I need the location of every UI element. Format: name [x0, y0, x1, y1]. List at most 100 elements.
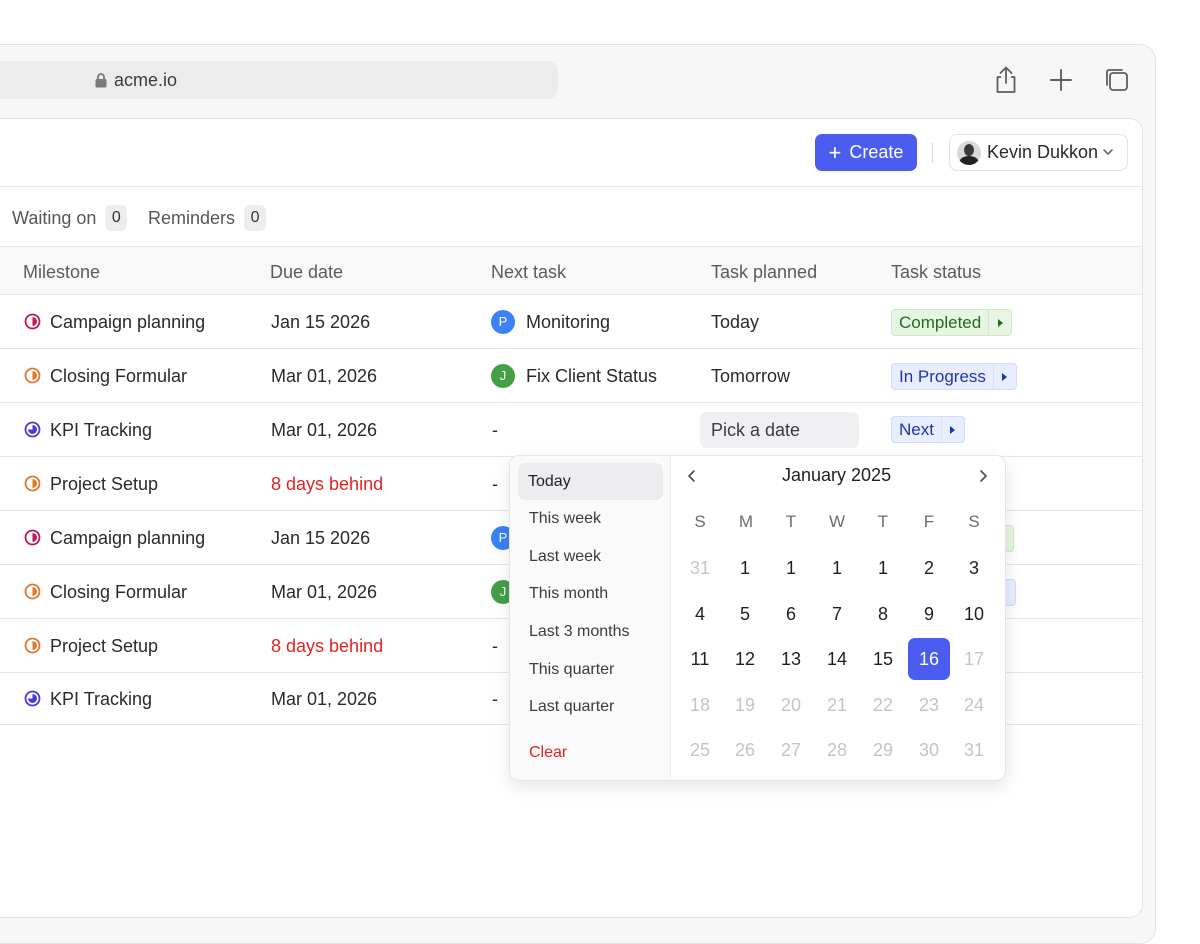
- address-bar[interactable]: acme.io: [0, 61, 558, 99]
- table-row[interactable]: Closing Formular Mar 01, 2026 J Fix Clie…: [0, 349, 1142, 403]
- chevron-right-icon[interactable]: [976, 468, 990, 484]
- table-row[interactable]: Campaign planning Jan 15 2026 P Monitori…: [0, 295, 1142, 349]
- calendar-day[interactable]: 15: [862, 638, 904, 680]
- milestone-name[interactable]: Closing Formular: [50, 582, 187, 603]
- due-date: Mar 01, 2026: [271, 366, 378, 386]
- calendar-day[interactable]: 1: [770, 547, 812, 589]
- due-date-behind: 8 days behind: [271, 636, 384, 656]
- column-header-task-status[interactable]: Task status: [891, 262, 981, 283]
- milestone-name[interactable]: Project Setup: [50, 474, 158, 495]
- filter-reminders[interactable]: Reminders 0: [148, 205, 267, 231]
- user-menu-button[interactable]: Kevin Dukkon: [949, 134, 1128, 171]
- lock-icon: [95, 73, 107, 88]
- date-picker-popover: Today This week Last week This month Las…: [509, 455, 1006, 781]
- calendar-day[interactable]: 14: [816, 638, 858, 680]
- clear-button[interactable]: Clear: [518, 734, 663, 771]
- calendar-day: 27: [780, 740, 802, 760]
- calendar-day[interactable]: 10: [953, 593, 995, 635]
- preset-last-week[interactable]: Last week: [518, 538, 663, 575]
- caret-right-icon[interactable]: [988, 310, 1011, 335]
- preset-this-week[interactable]: This week: [518, 500, 663, 537]
- chevron-down-icon: [1103, 149, 1113, 155]
- calendar-day[interactable]: 8: [862, 593, 904, 635]
- milestone-name[interactable]: KPI Tracking: [50, 420, 152, 441]
- column-header-due-date[interactable]: Due date: [270, 262, 343, 283]
- status-badge[interactable]: In Progress: [891, 363, 1017, 390]
- calendar-day-selected[interactable]: 16: [908, 638, 950, 680]
- calendar-day: 24: [963, 695, 985, 715]
- column-header-next-task[interactable]: Next task: [491, 262, 566, 283]
- milestone-progress-icon: [24, 637, 41, 654]
- due-date: Jan 15 2026: [271, 312, 371, 332]
- plus-icon: +: [828, 139, 842, 165]
- table-row[interactable]: KPI Tracking Mar 01, 2026 - Next: [0, 403, 1142, 457]
- plus-icon[interactable]: [1045, 64, 1077, 96]
- due-date: Mar 01, 2026: [271, 420, 378, 440]
- status-badge[interactable]: Completed: [891, 309, 1013, 336]
- column-header-task-planned[interactable]: Task planned: [711, 262, 817, 283]
- milestone-name[interactable]: Closing Formular: [50, 366, 187, 387]
- calendar-day: 21: [826, 695, 848, 715]
- preset-last-3-months[interactable]: Last 3 months: [518, 613, 663, 650]
- preset-this-month[interactable]: This month: [518, 575, 663, 612]
- calendar-day: 25: [689, 740, 711, 760]
- calendar-day[interactable]: 9: [908, 593, 950, 635]
- avatar: P: [491, 310, 515, 334]
- due-date: Mar 01, 2026: [271, 689, 378, 709]
- avatar: J: [491, 364, 515, 388]
- preset-last-quarter[interactable]: Last quarter: [518, 688, 663, 725]
- calendar-day[interactable]: 13: [770, 638, 812, 680]
- calendar-day[interactable]: 1: [816, 547, 858, 589]
- calendar-day: 26: [734, 740, 756, 760]
- caret-right-icon[interactable]: [992, 364, 1016, 389]
- share-icon[interactable]: [990, 64, 1022, 96]
- calendar-day[interactable]: 5: [724, 593, 766, 635]
- milestone-progress-icon: [24, 313, 41, 330]
- preset-this-quarter[interactable]: This quarter: [518, 651, 663, 688]
- calendar-day[interactable]: 7: [816, 593, 858, 635]
- table-top-border: [0, 246, 1142, 247]
- weekday-label: T: [785, 512, 797, 531]
- next-task[interactable]: Monitoring: [526, 312, 610, 333]
- count-badge: 0: [105, 205, 128, 231]
- create-button[interactable]: + Create: [815, 134, 917, 171]
- caret-right-icon[interactable]: [940, 417, 964, 442]
- calendar-day: 19: [734, 695, 756, 715]
- avatar: [957, 140, 981, 165]
- next-task-empty: -: [492, 474, 498, 494]
- milestone-name[interactable]: Project Setup: [50, 636, 158, 657]
- calendar-day[interactable]: 3: [953, 547, 995, 589]
- milestone-progress-icon: [24, 529, 41, 546]
- calendar-day: 18: [689, 695, 711, 715]
- calendar-day[interactable]: 12: [724, 638, 766, 680]
- calendar-day: 23: [918, 695, 940, 715]
- column-header-milestone[interactable]: Milestone: [23, 262, 100, 283]
- create-label: Create: [849, 142, 904, 162]
- pick-date-input[interactable]: Pick a date: [700, 412, 859, 448]
- calendar-month-title: January 2025: [782, 465, 892, 485]
- chevron-left-icon[interactable]: [685, 468, 699, 484]
- count-badge: 0: [244, 205, 267, 231]
- weekday-label: S: [694, 512, 706, 531]
- calendar-day[interactable]: 2: [908, 547, 950, 589]
- preset-today[interactable]: Today: [518, 463, 663, 500]
- calendar-day[interactable]: 4: [679, 593, 721, 635]
- calendar-day[interactable]: 6: [770, 593, 812, 635]
- tabs-icon[interactable]: [1101, 64, 1133, 96]
- calendar-day[interactable]: 11: [679, 638, 721, 680]
- task-planned[interactable]: Tomorrow: [711, 366, 790, 387]
- milestone-progress-icon: [24, 690, 41, 707]
- calendar-day: 17: [963, 649, 985, 669]
- weekday-label: M: [738, 512, 754, 531]
- milestone-name[interactable]: KPI Tracking: [50, 689, 152, 710]
- status-badge[interactable]: Next: [891, 416, 965, 443]
- calendar-day[interactable]: 1: [862, 547, 904, 589]
- calendar-day[interactable]: 1: [724, 547, 766, 589]
- milestone-progress-icon: [24, 421, 41, 438]
- calendar-day: 31: [963, 740, 985, 760]
- milestone-name[interactable]: Campaign planning: [50, 528, 205, 549]
- next-task[interactable]: Fix Client Status: [526, 366, 657, 387]
- milestone-name[interactable]: Campaign planning: [50, 312, 205, 333]
- filter-waiting-on[interactable]: Waiting on 0: [12, 205, 128, 231]
- task-planned[interactable]: Today: [711, 312, 759, 333]
